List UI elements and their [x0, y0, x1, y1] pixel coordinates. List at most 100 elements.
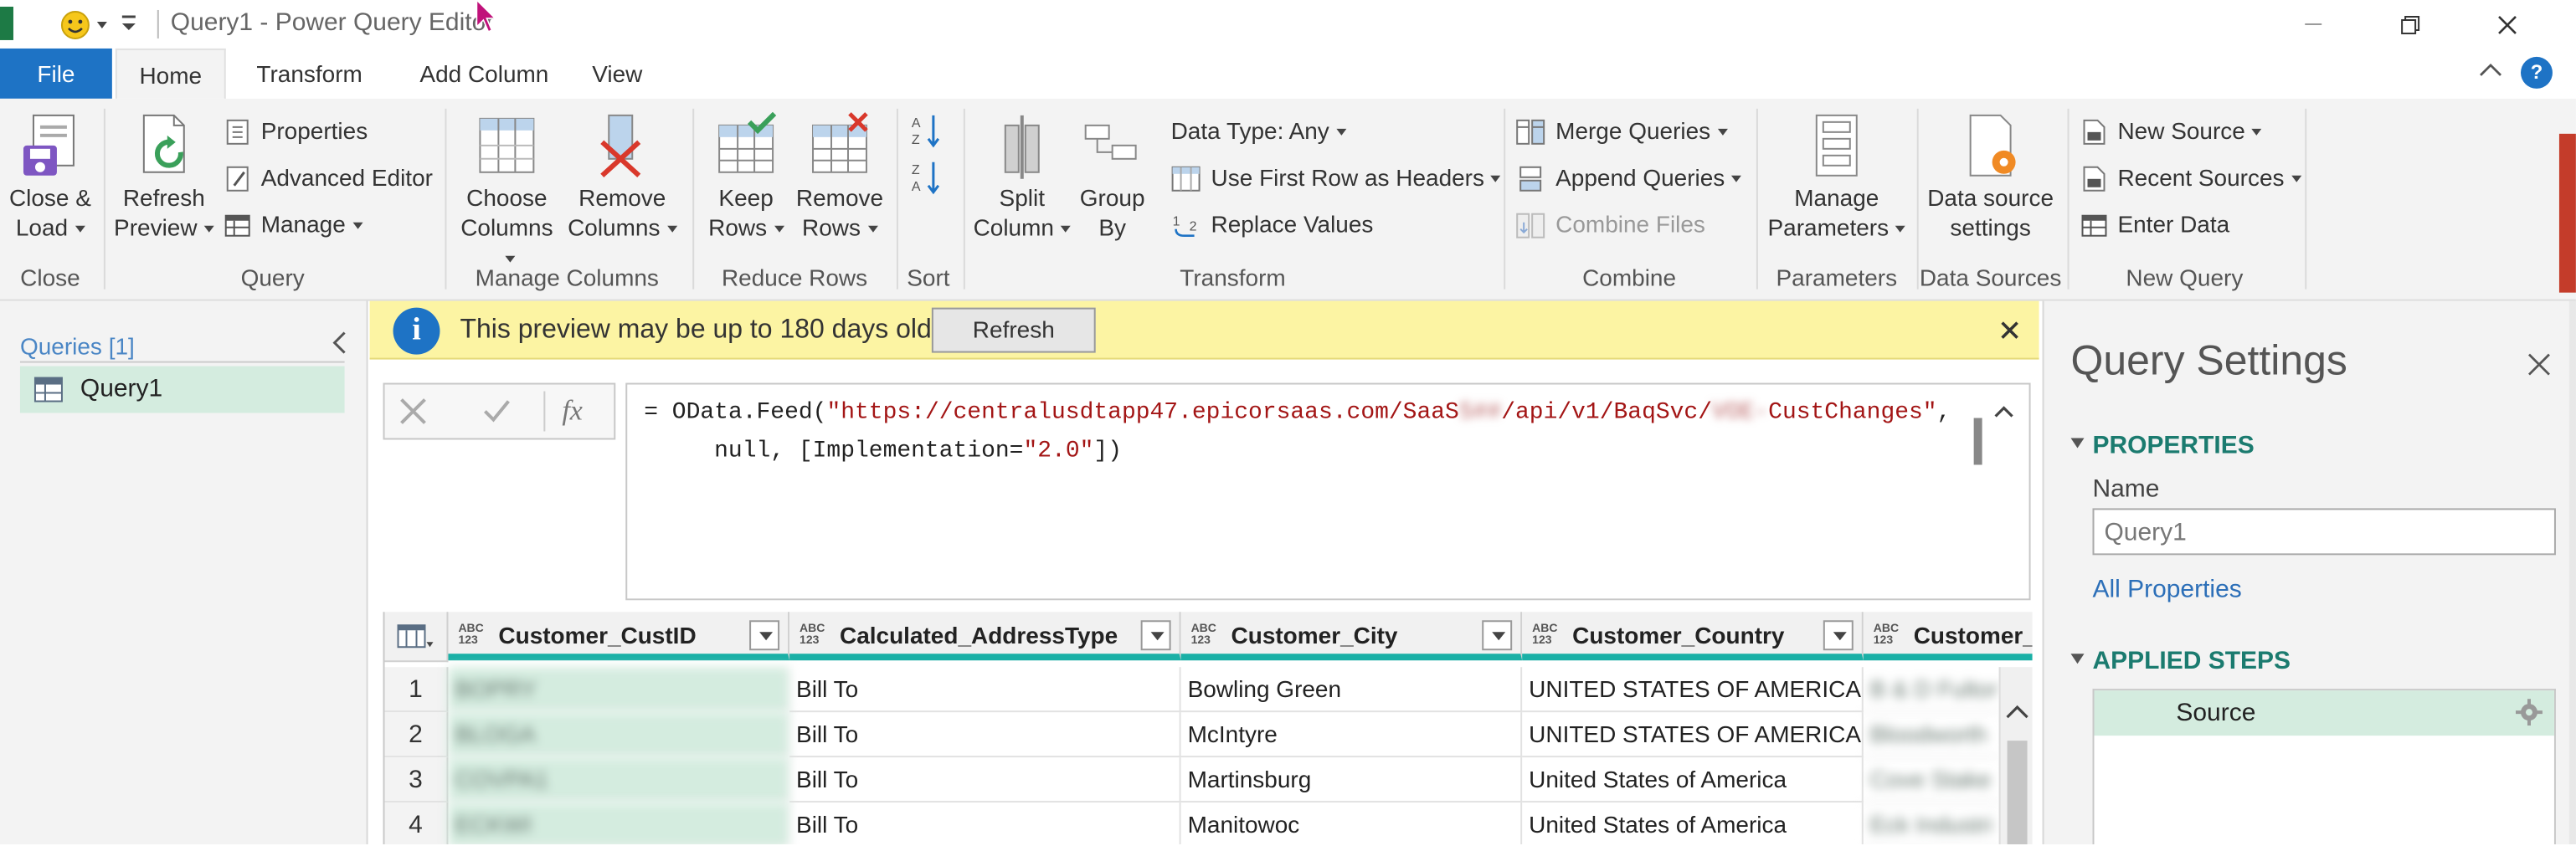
type-any-icon[interactable]: ABC 123 — [1191, 623, 1216, 647]
scrollbar-thumb[interactable] — [2007, 741, 2028, 844]
enter-data-button[interactable]: Enter Data — [2081, 209, 2229, 240]
cancel-formula-button[interactable] — [398, 397, 429, 427]
grid-vertical-scrollbar[interactable] — [1998, 667, 2033, 844]
close-settings-button[interactable] — [2527, 353, 2551, 377]
column-header[interactable]: ABC 123 Customer_CustID — [448, 612, 790, 661]
remove-columns-label-2: Columns — [568, 213, 661, 241]
data-type-dropdown[interactable]: Data Type: Any — [1171, 115, 1346, 146]
help-icon[interactable]: ? — [2520, 56, 2553, 89]
cell-name[interactable]: Eck Industri — [1864, 802, 1999, 844]
group-by-button[interactable]: Group By — [1071, 112, 1154, 243]
cell-city[interactable]: Manitowoc — [1181, 802, 1523, 844]
refresh-banner-button[interactable]: Refresh — [931, 307, 1096, 353]
commit-formula-button[interactable] — [481, 398, 512, 425]
table-row[interactable]: 4 ECKWI Bill To Manitowoc United States … — [384, 802, 2033, 844]
minimize-button[interactable] — [2275, 0, 2352, 49]
filter-dropdown-icon — [1833, 632, 1847, 641]
column-header[interactable]: ABC 123 Customer_I — [1863, 612, 2033, 661]
table-row[interactable]: 2 BLOGA Bill To McIntyre UNITED STATES O… — [384, 712, 2033, 758]
quick-access-customize-icon[interactable] — [121, 13, 137, 33]
table-menu-button[interactable] — [384, 612, 449, 663]
check-icon — [484, 400, 510, 423]
append-queries-button[interactable]: Append Queries — [1515, 162, 1742, 193]
sort-ascending-button[interactable]: AZ — [910, 112, 944, 149]
row-number: 3 — [384, 757, 449, 803]
tab-transform[interactable]: Transform — [234, 49, 385, 99]
fx-icon[interactable]: fx — [562, 395, 583, 428]
all-properties-link[interactable]: All Properties — [2092, 575, 2241, 603]
manage-button[interactable]: Manage — [224, 209, 362, 240]
cell-address-type[interactable]: Bill To — [789, 757, 1181, 803]
split-column-button[interactable]: Split Column — [970, 112, 1074, 243]
cell-name[interactable]: B & D Fulton — [1863, 667, 1999, 713]
cell-city[interactable]: McIntyre — [1180, 712, 1523, 758]
cell-name[interactable]: Cove Stake E — [1863, 757, 1999, 803]
tab-home[interactable]: Home — [115, 48, 226, 99]
tab-view[interactable]: View — [582, 49, 652, 99]
properties-collapse-icon[interactable] — [2070, 438, 2085, 449]
choose-columns-button[interactable]: Choose Columns — [455, 112, 558, 273]
column-header[interactable]: ABC 123 Customer_City — [1180, 612, 1523, 661]
column-header[interactable]: ABC 123 Calculated_AddressType — [789, 612, 1181, 661]
collapse-pane-button[interactable] — [332, 331, 348, 355]
advanced-editor-button[interactable]: Advanced Editor — [224, 162, 433, 193]
type-any-icon[interactable]: ABC 123 — [458, 623, 483, 647]
formula-editor[interactable]: = OData.Feed("https://centralusdtapp47.e… — [625, 382, 2031, 601]
cell-address-type[interactable]: Bill To — [789, 712, 1181, 758]
cell-custid[interactable]: BOPRY — [448, 667, 790, 713]
type-any-icon[interactable]: ABC 123 — [1532, 623, 1557, 647]
tab-add-column[interactable]: Add Column — [397, 49, 573, 99]
properties-button[interactable]: Properties — [224, 115, 368, 146]
cell-country[interactable]: UNITED STATES OF AMERICA — [1522, 667, 1864, 713]
formula-scrollbar[interactable] — [1973, 418, 1982, 465]
refresh-preview-button[interactable]: Refresh Preview — [111, 112, 218, 243]
cell-country[interactable]: United States of America — [1522, 757, 1864, 803]
smiley-icon[interactable] — [60, 10, 90, 40]
sort-descending-button[interactable]: ZA — [910, 159, 944, 196]
close-load-button[interactable]: Close & Load — [3, 112, 97, 243]
filter-dropdown-icon — [759, 632, 774, 641]
collapse-formula-button[interactable] — [1994, 405, 2014, 418]
data-source-settings-icon — [1969, 114, 2016, 177]
type-any-icon[interactable]: ABC 123 — [800, 623, 825, 647]
recent-sources-button[interactable]: Recent Sources — [2081, 162, 2301, 193]
new-source-button[interactable]: New Source — [2081, 115, 2262, 146]
table-row[interactable]: 3 COVPA1 Bill To Martinsburg United Stat… — [384, 757, 2033, 803]
data-source-settings-button[interactable]: Data source settings — [1920, 112, 2061, 243]
table-row[interactable]: 1 BOPRY Bill To Bowling Green UNITED STA… — [384, 667, 2033, 713]
column-filter-button[interactable] — [1823, 620, 1854, 651]
merge-queries-button[interactable]: Merge Queries — [1515, 115, 1728, 146]
applied-step-item[interactable]: Source — [2094, 690, 2554, 736]
cell-city[interactable]: Martinsburg — [1180, 757, 1523, 803]
cell-name[interactable]: Bloodworth — [1863, 712, 1999, 758]
use-first-row-button[interactable]: Use First Row as Headers — [1171, 162, 1501, 193]
collapse-ribbon-icon[interactable] — [2479, 62, 2502, 79]
column-filter-button[interactable] — [1140, 620, 1171, 651]
query-list-item[interactable]: Query1 — [19, 366, 345, 413]
dismiss-banner-button[interactable] — [2001, 321, 2019, 340]
cell-address-type[interactable]: Bill To — [789, 667, 1181, 713]
column-header[interactable]: ABC 123 Customer_Country — [1522, 612, 1864, 661]
remove-columns-button[interactable]: Remove Columns — [565, 112, 679, 243]
cell-country[interactable]: United States of America — [1522, 802, 1864, 844]
tab-file[interactable]: File — [0, 48, 112, 99]
manage-parameters-button[interactable]: Manage Parameters — [1763, 112, 1910, 243]
keep-rows-button[interactable]: Keep Rows — [699, 111, 793, 243]
column-filter-button[interactable] — [749, 620, 780, 651]
cell-city[interactable]: Bowling Green — [1180, 667, 1523, 713]
applied-steps-collapse-icon[interactable] — [2070, 654, 2085, 664]
close-window-button[interactable] — [2469, 0, 2546, 49]
cell-country[interactable]: UNITED STATES OF AMERICA — [1522, 712, 1864, 758]
type-any-icon[interactable]: ABC 123 — [1874, 623, 1899, 647]
restore-button[interactable] — [2372, 0, 2449, 49]
cell-custid[interactable]: ECKWI — [448, 802, 790, 844]
cell-custid[interactable]: COVPA1 — [448, 757, 790, 803]
query-name-field[interactable] — [2092, 508, 2556, 556]
cell-address-type[interactable]: Bill To — [789, 802, 1181, 844]
replace-values-button[interactable]: 1 2 Replace Values — [1171, 209, 1374, 240]
remove-rows-button[interactable]: Remove Rows — [789, 112, 890, 243]
cell-custid[interactable]: BLOGA — [448, 712, 790, 758]
smiley-dropdown-icon[interactable] — [96, 21, 107, 28]
column-filter-button[interactable] — [1482, 620, 1513, 651]
gear-icon[interactable] — [2515, 699, 2543, 726]
